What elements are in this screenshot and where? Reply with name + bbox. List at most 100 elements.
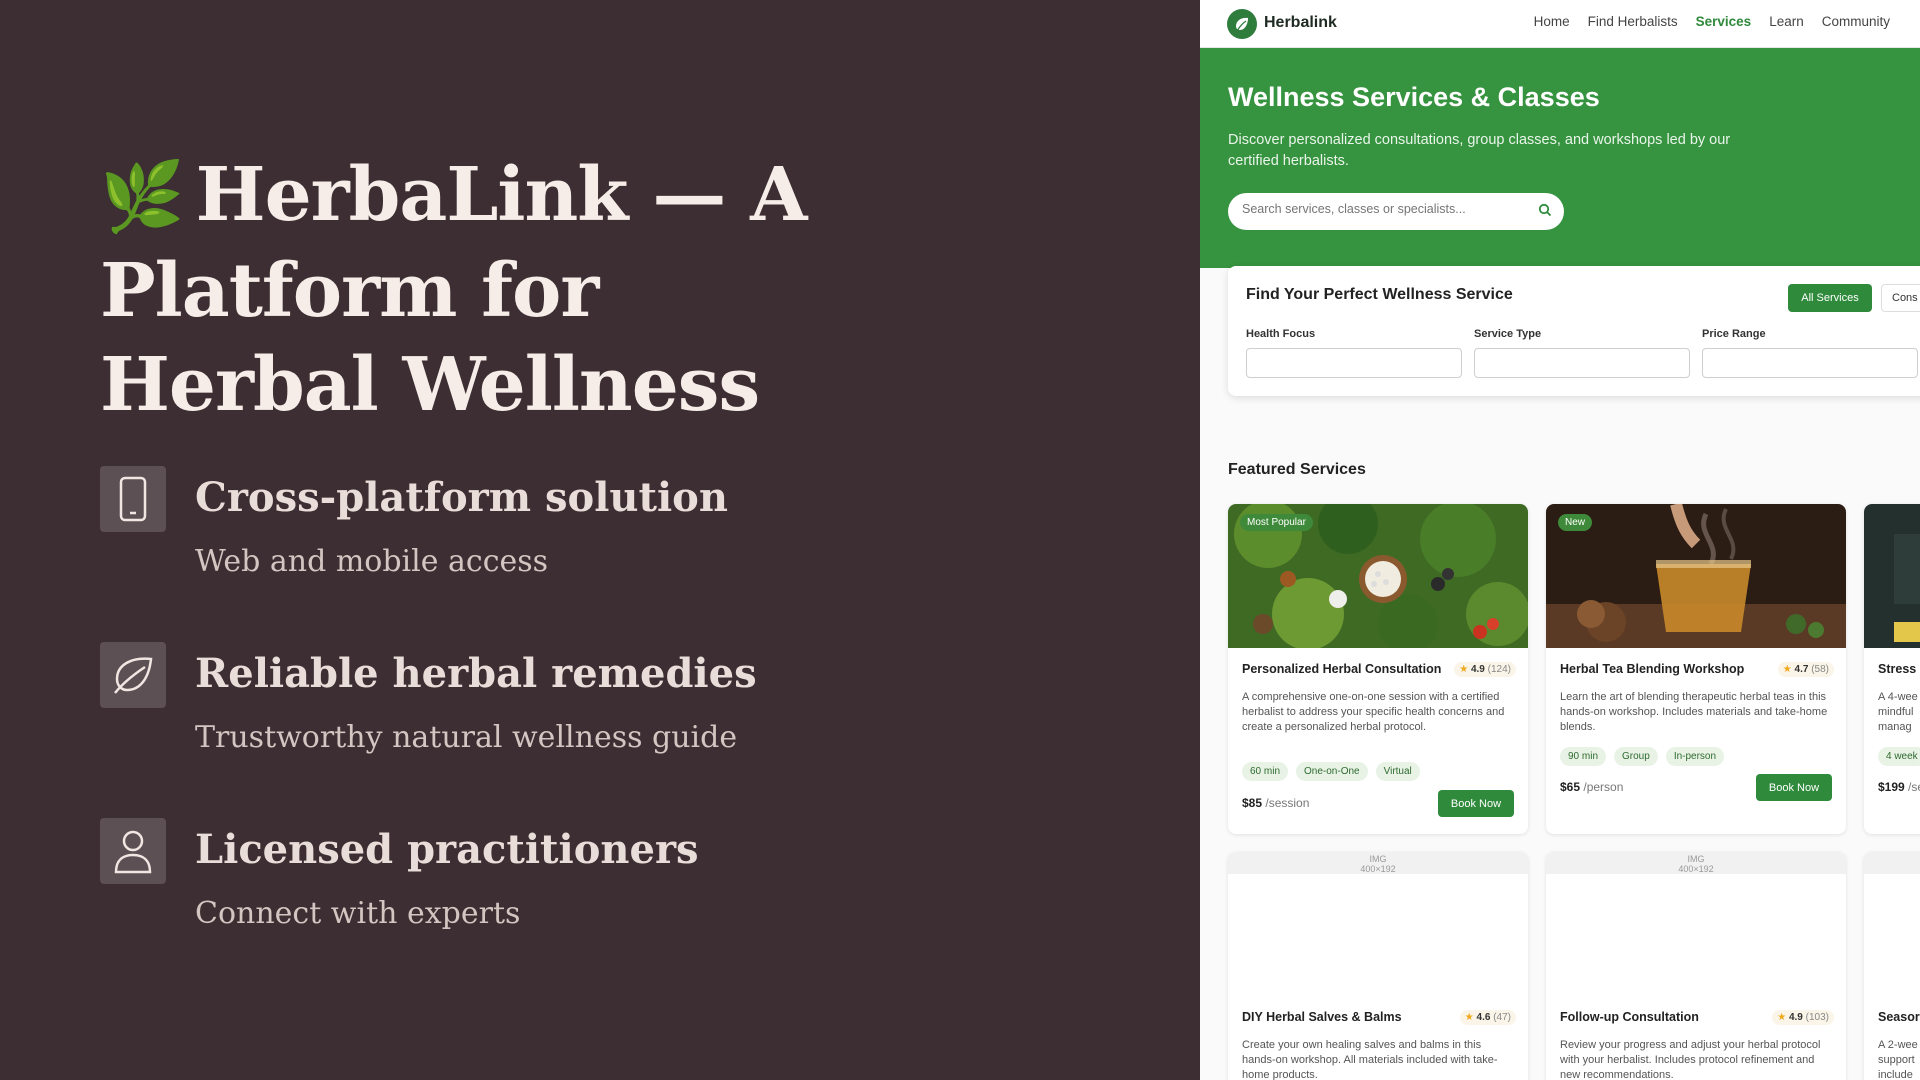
feature-title: Reliable herbal remedies [195, 650, 757, 697]
card-description: A comprehensive one-on-one session with … [1242, 691, 1505, 733]
hero-banner: Wellness Services & Classes Discover per… [1200, 48, 1920, 268]
price-unit: /person [1583, 780, 1624, 794]
tag: 90 min [1560, 747, 1607, 766]
service-card[interactable]: New Herbal Tea Blending Workshop ★ 4.7 (… [1546, 504, 1846, 834]
logo-leaf-icon[interactable] [1227, 9, 1257, 39]
image-placeholder: IMG 400×192 [1546, 852, 1846, 874]
price-range-label: Price Range [1702, 328, 1766, 340]
page-subtitle: Discover personalized consultations, gro… [1228, 132, 1731, 169]
tag: Virtual [1375, 762, 1420, 781]
card-description: Create your own healing salves and balms… [1242, 1039, 1498, 1080]
promo-panel: 🌿 HerbaLink — A Platform for Herbal Welln… [0, 0, 1200, 1080]
hero-title-text: HerbaLink — A Platform for Herbal Wellne… [100, 152, 808, 428]
rating-value: 4.6 [1476, 1012, 1491, 1023]
tag: One-on-One [1296, 762, 1368, 781]
featured-services-heading: Featured Services [1228, 461, 1366, 478]
star-icon: ★ [1777, 1012, 1787, 1023]
page-title: Wellness Services & Classes [1228, 82, 1600, 112]
card-title[interactable]: DIY Herbal Salves & Balms [1242, 1010, 1402, 1024]
rating-value: 4.7 [1794, 664, 1809, 675]
card-rating: ★ 4.9 (124) [1454, 662, 1516, 677]
rating-count: (124) [1487, 664, 1511, 675]
service-type-label: Service Type [1474, 328, 1542, 340]
health-focus-select[interactable] [1246, 348, 1462, 378]
service-card[interactable]: IMG 400×192 Follow-up Consultation ★ 4.9… [1546, 852, 1846, 1080]
card-price: $85 /session [1242, 796, 1309, 810]
image-placeholder: IMG 400×192 [1228, 852, 1528, 874]
feature-desc: Web and mobile access [195, 544, 549, 579]
card-rating: ★ 4.9 (103) [1772, 1010, 1834, 1025]
nav-community[interactable]: Community [1822, 14, 1890, 29]
most-popular-badge: Most Popular [1240, 514, 1313, 531]
person-icon [100, 818, 166, 884]
stress-program-image [1864, 504, 1920, 648]
star-icon: ★ [1782, 664, 1792, 675]
app-screenshot: Herbalink Home Find Herbalists Services … [1200, 0, 1920, 1080]
feature-herbal-remedies: Reliable herbal remedies Trustworthy nat… [100, 642, 1000, 772]
new-badge: New [1558, 514, 1593, 531]
rating-value: 4.9 [1470, 664, 1485, 675]
nav-learn[interactable]: Learn [1769, 14, 1804, 29]
herb-emoji-icon: 🌿 [100, 157, 185, 237]
card-rating: ★ 4.6 (47) [1459, 1010, 1516, 1025]
card-title[interactable]: Seasor [1878, 1010, 1920, 1024]
service-type-select[interactable] [1474, 348, 1690, 378]
book-now-button[interactable]: Book Now [1438, 790, 1514, 817]
feature-title: Licensed practitioners [195, 826, 699, 873]
search-icon[interactable] [1538, 203, 1552, 222]
card-title[interactable]: Herbal Tea Blending Workshop [1560, 662, 1744, 676]
book-now-button[interactable]: Book Now [1756, 774, 1832, 801]
smartphone-icon [100, 466, 166, 532]
service-card[interactable]: Seasor A 2-wee support include [1864, 852, 1920, 1080]
price-unit: /se [1908, 780, 1920, 794]
hero-title: 🌿 HerbaLink — A Platform for Herbal Welln… [100, 148, 860, 432]
card-description: Learn the art of blending therapeutic he… [1560, 691, 1828, 733]
tag: 4 week [1878, 747, 1920, 766]
service-card[interactable]: Most Popular Personalized Herbal Consult… [1228, 504, 1528, 834]
health-focus-label: Health Focus [1246, 328, 1316, 340]
card-title[interactable]: Personalized Herbal Consultation [1242, 662, 1441, 676]
rating-count: (47) [1493, 1012, 1511, 1023]
brand-name[interactable]: Herbalink [1264, 14, 1337, 32]
top-navbar: Herbalink Home Find Herbalists Services … [1200, 0, 1920, 48]
nav-find-herbalists[interactable]: Find Herbalists [1588, 14, 1678, 29]
service-card[interactable]: Stress I A 4-wee mindful manag 4 week $1… [1864, 504, 1920, 834]
rating-count: (58) [1811, 664, 1829, 675]
card-tags: 90 min Group In-person [1560, 747, 1725, 766]
card-tags: 4 week [1878, 747, 1920, 766]
card-title[interactable]: Follow-up Consultation [1560, 1010, 1699, 1024]
feature-desc: Trustworthy natural wellness guide [195, 720, 738, 755]
nav-links: Home Find Herbalists Services Learn Comm… [1534, 14, 1890, 29]
search-bar [1228, 193, 1564, 230]
card-description: Review your progress and adjust your her… [1560, 1039, 1821, 1080]
tag: 60 min [1242, 762, 1289, 781]
card-description: A 2-wee support include [1878, 1039, 1918, 1080]
service-card[interactable]: IMG 400×192 DIY Herbal Salves & Balms ★ … [1228, 852, 1528, 1080]
card-title[interactable]: Stress I [1878, 662, 1920, 676]
card-rating: ★ 4.7 (58) [1777, 662, 1834, 677]
card-price: $199 /se [1878, 780, 1920, 794]
star-icon: ★ [1459, 664, 1469, 675]
price-range-select[interactable] [1702, 348, 1918, 378]
star-icon: ★ [1464, 1012, 1474, 1023]
card-price: $65 /person [1560, 780, 1623, 794]
image-placeholder [1864, 852, 1920, 874]
price-value: $85 [1242, 796, 1263, 810]
card-tags: 60 min One-on-One Virtual [1242, 762, 1420, 781]
search-input[interactable] [1242, 202, 1522, 216]
filter-chip-consultations[interactable]: Cons [1881, 284, 1920, 312]
nav-services[interactable]: Services [1696, 14, 1752, 29]
feature-licensed-practitioners: Licensed practitioners Connect with expe… [100, 818, 1000, 948]
rating-count: (103) [1805, 1012, 1829, 1023]
price-unit: /session [1265, 796, 1310, 810]
filter-panel: Find Your Perfect Wellness Service All S… [1228, 266, 1920, 396]
nav-home[interactable]: Home [1534, 14, 1570, 29]
tag: Group [1614, 747, 1658, 766]
filter-title: Find Your Perfect Wellness Service [1246, 286, 1513, 303]
leaf-icon [100, 642, 166, 708]
feature-title: Cross-platform solution [195, 474, 728, 521]
tag: In-person [1665, 747, 1725, 766]
feature-cross-platform: Cross-platform solution Web and mobile a… [100, 466, 1000, 596]
feature-desc: Connect with experts [195, 896, 521, 931]
filter-chip-all-services[interactable]: All Services [1788, 284, 1872, 312]
